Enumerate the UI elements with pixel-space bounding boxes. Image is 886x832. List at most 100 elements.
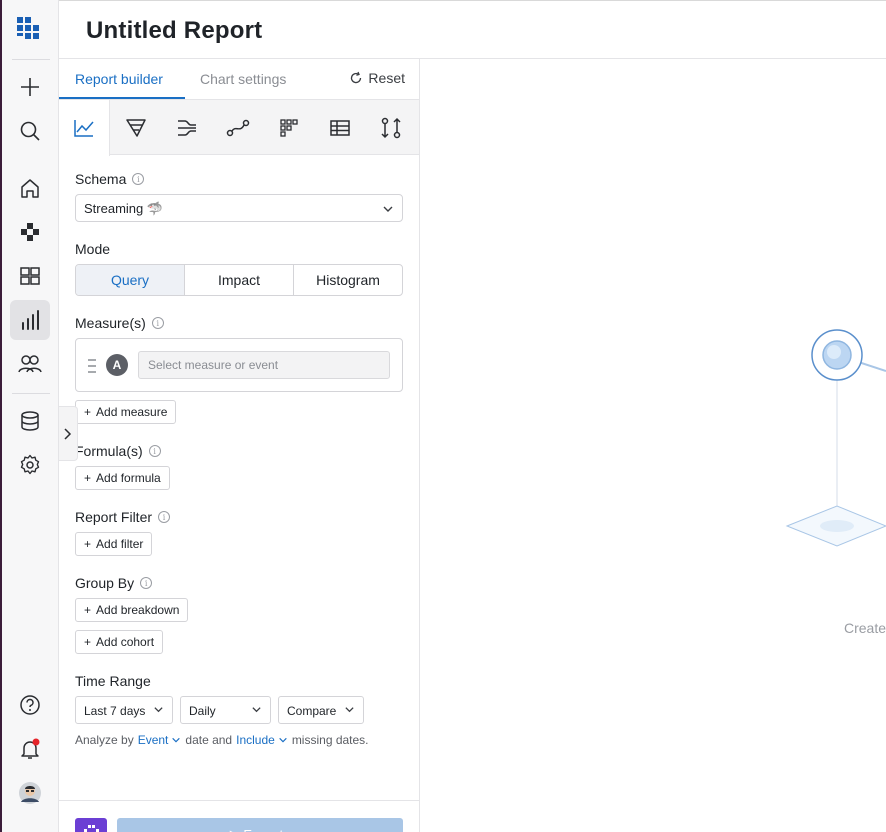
database-icon[interactable]: [10, 401, 50, 441]
group-by-label-text: Group By: [75, 575, 135, 591]
measure-row: A Select measure or event: [75, 338, 403, 392]
report-canvas: Create: [420, 59, 886, 832]
search-icon[interactable]: [10, 111, 50, 151]
reset-icon: [351, 71, 362, 84]
settings-gear-icon[interactable]: [10, 445, 50, 485]
analytics-icon[interactable]: [10, 300, 50, 340]
measures-label: Measure(s) i: [75, 315, 164, 331]
schema-label: Schema i: [75, 171, 145, 187]
group-by-label: Group By i: [75, 575, 153, 591]
user-avatar[interactable]: [10, 773, 50, 813]
add-cohort-button[interactable]: + Add cohort: [75, 630, 164, 654]
mode-impact-button[interactable]: Impact: [185, 265, 294, 295]
mode-query-button[interactable]: Query: [76, 265, 185, 295]
funnel-icon: [125, 118, 146, 137]
mode-histogram-button[interactable]: Histogram: [294, 265, 402, 295]
add-formula-button[interactable]: + Add formula: [75, 466, 170, 490]
tab-report-builder[interactable]: Report builder: [75, 71, 163, 87]
collapse-panel-handle[interactable]: [59, 406, 78, 461]
analyze-event-label: Event: [137, 733, 169, 747]
include-dropdown[interactable]: Include: [236, 733, 288, 747]
dashboard-icon[interactable]: [10, 256, 50, 296]
granularity-value: Daily: [189, 704, 216, 718]
plus-icon: +: [84, 405, 92, 419]
plus-icon[interactable]: [10, 67, 50, 107]
mode-segmented-control: Query Impact Histogram: [75, 264, 403, 296]
chart-type-compare[interactable]: [365, 100, 416, 155]
measures-label-text: Measure(s): [75, 315, 146, 331]
analyze-event-dropdown[interactable]: Event: [138, 733, 182, 747]
panel-footer: ▷ Execute: [59, 800, 419, 832]
add-formula-label: Add formula: [96, 471, 161, 485]
measure-input[interactable]: Select measure or event: [138, 351, 390, 379]
drag-handle-icon[interactable]: [87, 358, 97, 374]
home-icon[interactable]: [10, 168, 50, 208]
chevron-down-icon: [279, 737, 287, 743]
left-nav: [0, 0, 59, 832]
chart-type-retention[interactable]: [263, 100, 314, 155]
chart-type-line[interactable]: [59, 100, 110, 156]
expand-nav-icon[interactable]: [10, 817, 50, 832]
chevron-down-icon: [383, 206, 393, 212]
help-icon[interactable]: [10, 685, 50, 725]
nav-divider: [12, 59, 50, 60]
retention-grid-icon: [279, 118, 298, 137]
empty-state-text: Create: [844, 620, 886, 636]
chevron-down-icon: [172, 737, 181, 743]
chart-type-table[interactable]: [314, 100, 365, 155]
time-range-label-text: Time Range: [75, 673, 151, 689]
apps-icon[interactable]: [10, 212, 50, 252]
report-filter-label: Report Filter i: [75, 509, 171, 525]
schema-select[interactable]: Streaming 🦈: [75, 194, 403, 222]
info-icon[interactable]: i: [158, 511, 171, 523]
page-title[interactable]: Untitled Report: [86, 17, 262, 45]
chevron-down-icon: [252, 707, 261, 713]
granularity-select[interactable]: Daily: [180, 696, 271, 724]
plus-icon: +: [84, 635, 92, 649]
assistant-icon[interactable]: [75, 818, 107, 832]
info-icon[interactable]: i: [148, 445, 161, 457]
schema-label-text: Schema: [75, 171, 127, 187]
empty-state-illustration: [785, 329, 886, 547]
mode-label-text: Mode: [75, 241, 111, 257]
active-tab-indicator: [59, 97, 185, 99]
time-range-label: Time Range: [75, 673, 151, 689]
report-header: Untitled Report: [59, 0, 886, 59]
formulas-label-text: Formula(s): [75, 443, 143, 459]
app-logo-icon[interactable]: [10, 9, 50, 49]
add-measure-label: Add measure: [96, 405, 168, 419]
notifications-bell-icon[interactable]: [10, 729, 50, 769]
reset-label: Reset: [368, 70, 405, 86]
nav-divider: [12, 393, 50, 394]
panel-tabs: Report builder Chart settings Reset: [59, 59, 419, 100]
users-icon[interactable]: [10, 344, 50, 384]
analyze-mid: date and: [185, 733, 233, 747]
add-breakdown-button[interactable]: + Add breakdown: [75, 598, 189, 622]
date-range-select[interactable]: Last 7 days: [75, 696, 173, 724]
add-filter-label: Add filter: [96, 537, 144, 551]
compare-value: Compare: [287, 704, 337, 718]
chart-type-flows[interactable]: [161, 100, 212, 155]
info-icon[interactable]: i: [140, 577, 153, 589]
flows-icon: [177, 119, 196, 136]
analyze-by-row: Analyze by Event date and Include missin…: [75, 733, 369, 747]
plus-icon: +: [84, 603, 92, 617]
schema-value: Streaming 🦈: [84, 201, 164, 216]
formulas-label: Formula(s) i: [75, 443, 161, 459]
chart-type-path[interactable]: [212, 100, 263, 155]
compare-select[interactable]: Compare: [278, 696, 364, 724]
tab-chart-settings[interactable]: Chart settings: [200, 71, 286, 87]
info-icon[interactable]: i: [151, 317, 164, 329]
execute-button[interactable]: ▷ Execute: [117, 818, 403, 832]
table-icon: [329, 119, 350, 136]
include-label: Include: [236, 733, 275, 747]
info-icon[interactable]: i: [132, 173, 145, 185]
add-filter-button[interactable]: + Add filter: [75, 532, 153, 556]
compare-icon: [380, 117, 401, 138]
add-cohort-label: Add cohort: [96, 635, 155, 649]
chart-type-bar: [59, 100, 419, 156]
add-measure-button[interactable]: + Add measure: [75, 400, 177, 424]
chart-type-funnel[interactable]: [110, 100, 161, 155]
reset-button[interactable]: Reset: [349, 70, 405, 86]
mode-label: Mode: [75, 241, 110, 257]
